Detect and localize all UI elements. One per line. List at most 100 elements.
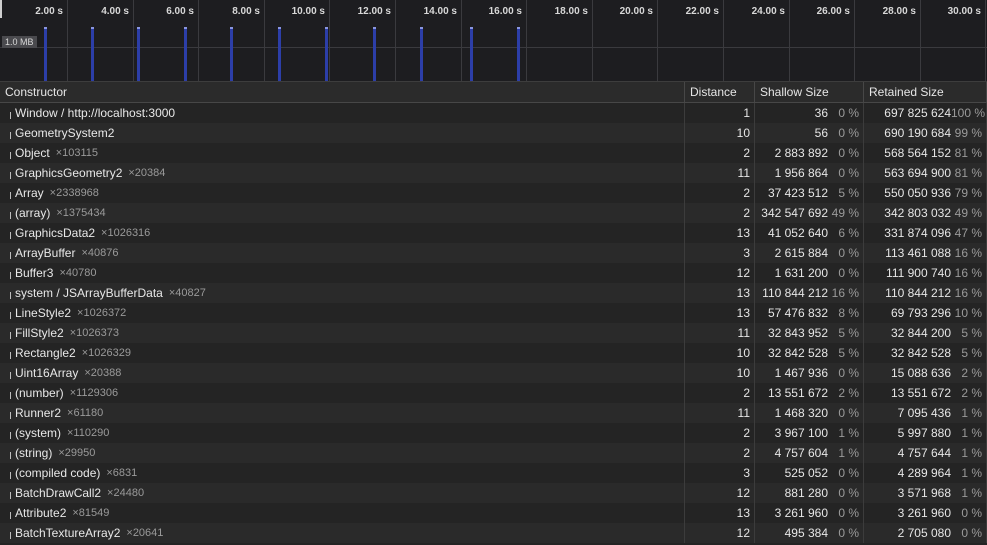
expand-triangle-icon[interactable] (10, 511, 11, 519)
constructor-cell[interactable]: BatchDrawCall2 ×24480 (0, 483, 685, 503)
constructor-cell[interactable]: Buffer3 ×40780 (0, 263, 685, 283)
instance-count: ×2338968 (49, 187, 99, 199)
expand-triangle-icon[interactable] (10, 411, 11, 419)
constructor-cell[interactable]: system / JSArrayBufferData ×40827 (0, 283, 685, 303)
expand-triangle-icon[interactable] (10, 371, 11, 379)
instance-count: ×20384 (128, 167, 166, 179)
expand-triangle-icon[interactable] (10, 211, 11, 219)
retained-size-percent: 16 % (954, 246, 982, 260)
expand-triangle-icon[interactable] (10, 251, 11, 259)
retained-size-cell: 13 551 672 2 % (864, 383, 987, 403)
expand-triangle-icon[interactable] (10, 271, 11, 279)
expand-triangle-icon[interactable] (10, 331, 11, 339)
expand-triangle-icon[interactable] (10, 131, 11, 139)
distance-cell: 2 (685, 423, 755, 443)
table-row[interactable]: Runner2 ×61180 11 1 468 320 0 % 7 095 436 1 % (0, 403, 987, 423)
table-row[interactable]: (string) ×29950 2 4 757 604 1 % 4 757 644 1 % (0, 443, 987, 463)
timeline-tick-label: 8.00 s (232, 6, 260, 17)
constructor-cell[interactable]: Rectangle2 ×1026329 (0, 343, 685, 363)
expand-triangle-icon[interactable] (10, 171, 11, 179)
table-row[interactable]: Rectangle2 ×1026329 10 32 842 528 5 % 32 842 … (0, 343, 987, 363)
constructor-cell[interactable]: Window / http://localhost:3000 (0, 103, 685, 123)
shallow-size-percent: 5 % (838, 326, 859, 340)
constructor-cell[interactable]: ArrayBuffer ×40876 (0, 243, 685, 263)
table-row[interactable]: Attribute2 ×81549 13 3 261 960 0 % 3 261 960 0… (0, 503, 987, 523)
shallow-size-value: 56 (814, 126, 828, 140)
column-header-retained-size[interactable]: Retained Size (864, 82, 987, 103)
expand-triangle-icon[interactable] (10, 431, 11, 439)
column-header-distance[interactable]: Distance (685, 82, 755, 103)
retained-size-cell: 690 190 684 99 % (864, 123, 987, 143)
retained-size-cell: 342 803 032 49 % (864, 203, 987, 223)
allocation-timeline[interactable]: 2.00 s 4.00 s 6.00 s 8.00 s 10.00 s 12.00 s 14… (0, 0, 987, 82)
retained-size-value: 3 261 960 (897, 506, 951, 520)
allocation-bar (325, 27, 328, 81)
expand-triangle-icon[interactable] (10, 311, 11, 319)
timeline-selection-handle[interactable] (0, 0, 2, 18)
constructor-name: (array) (15, 206, 51, 220)
table-row[interactable]: LineStyle2 ×1026372 13 57 476 832 8 % 69 793 … (0, 303, 987, 323)
table-row[interactable]: Window / http://localhost:3000 1 36 0 % 697 … (0, 103, 987, 123)
constructor-cell[interactable]: (system) ×110290 (0, 423, 685, 443)
table-row[interactable]: Object ×103115 2 2 883 892 0 % 568 564 152 81 … (0, 143, 987, 163)
shallow-size-value: 342 547 692 (761, 206, 828, 220)
table-row[interactable]: (system) ×110290 2 3 967 100 1 % 5 997 880 1 % (0, 423, 987, 443)
table-row[interactable]: system / JSArrayBufferData ×40827 13 110 84… (0, 283, 987, 303)
column-header-shallow-size[interactable]: Shallow Size (755, 82, 864, 103)
expand-triangle-icon[interactable] (10, 471, 11, 479)
constructor-cell[interactable]: Runner2 ×61180 (0, 403, 685, 423)
table-row[interactable]: GraphicsData2 ×1026316 13 41 052 640 6 % 331 … (0, 223, 987, 243)
table-row[interactable]: BatchTextureArray2 ×20641 12 495 384 0 % 2 70… (0, 523, 987, 543)
table-row[interactable]: (compiled code) ×6831 3 525 052 0 % 4 289 964… (0, 463, 987, 483)
table-row[interactable]: Uint16Array ×20388 10 1 467 936 0 % 15 088 63… (0, 363, 987, 383)
constructor-cell[interactable]: Uint16Array ×20388 (0, 363, 685, 383)
constructor-cell[interactable]: Object ×103115 (0, 143, 685, 163)
constructor-name: GraphicsData2 (15, 226, 96, 240)
expand-triangle-icon[interactable] (10, 231, 11, 239)
expand-triangle-icon[interactable] (10, 391, 11, 399)
distance-cell: 12 (685, 523, 755, 543)
memory-scale-label: 1.0 MB (2, 36, 37, 48)
expand-triangle-icon[interactable] (10, 291, 11, 299)
retained-size-percent: 49 % (954, 206, 982, 220)
expand-triangle-icon[interactable] (10, 111, 11, 119)
table-row[interactable]: FillStyle2 ×1026373 11 32 843 952 5 % 32 844 … (0, 323, 987, 343)
shallow-size-cell: 3 261 960 0 % (755, 503, 864, 523)
constructor-cell[interactable]: FillStyle2 ×1026373 (0, 323, 685, 343)
shallow-size-value: 2 615 884 (774, 246, 828, 260)
table-row[interactable]: ArrayBuffer ×40876 3 2 615 884 0 % 113 461 08… (0, 243, 987, 263)
constructor-cell[interactable]: GeometrySystem2 (0, 123, 685, 143)
constructor-cell[interactable]: GraphicsGeometry2 ×20384 (0, 163, 685, 183)
constructor-cell[interactable]: Attribute2 ×81549 (0, 503, 685, 523)
expand-triangle-icon[interactable] (10, 491, 11, 499)
table-row[interactable]: GeometrySystem2 10 56 0 % 690 190 684 99 % (0, 123, 987, 143)
table-row[interactable]: Array ×2338968 2 37 423 512 5 % 550 050 936 79… (0, 183, 987, 203)
shallow-size-value: 4 757 604 (774, 446, 828, 460)
table-row[interactable]: GraphicsGeometry2 ×20384 11 1 956 864 0 % 563… (0, 163, 987, 183)
constructor-cell[interactable]: GraphicsData2 ×1026316 (0, 223, 685, 243)
table-row[interactable]: Buffer3 ×40780 12 1 631 200 0 % 111 900 740 16… (0, 263, 987, 283)
table-row[interactable]: (number) ×1129306 2 13 551 672 2 % 13 551 672… (0, 383, 987, 403)
constructor-cell[interactable]: (number) ×1129306 (0, 383, 685, 403)
constructor-cell[interactable]: Array ×2338968 (0, 183, 685, 203)
retained-size-percent: 2 % (961, 386, 982, 400)
shallow-size-value: 32 843 952 (767, 326, 828, 340)
constructor-cell[interactable]: (array) ×1375434 (0, 203, 685, 223)
column-header-constructor[interactable]: Constructor (0, 82, 685, 103)
shallow-size-percent: 8 % (838, 306, 859, 320)
shallow-size-value: 32 842 528 (767, 346, 828, 360)
constructor-cell[interactable]: (string) ×29950 (0, 443, 685, 463)
constructor-cell[interactable]: LineStyle2 ×1026372 (0, 303, 685, 323)
expand-triangle-icon[interactable] (10, 351, 11, 359)
instance-count: ×103115 (55, 147, 99, 159)
table-row[interactable]: BatchDrawCall2 ×24480 12 881 280 0 % 3 571 96… (0, 483, 987, 503)
table-row[interactable]: (array) ×1375434 2 342 547 692 49 % 342 803 0… (0, 203, 987, 223)
constructor-cell[interactable]: (compiled code) ×6831 (0, 463, 685, 483)
distance-cell: 13 (685, 283, 755, 303)
expand-triangle-icon[interactable] (10, 451, 11, 459)
expand-triangle-icon[interactable] (10, 191, 11, 199)
expand-triangle-icon[interactable] (10, 151, 11, 159)
expand-triangle-icon[interactable] (10, 531, 11, 539)
allocation-bar (470, 27, 473, 81)
constructor-cell[interactable]: BatchTextureArray2 ×20641 (0, 523, 685, 543)
